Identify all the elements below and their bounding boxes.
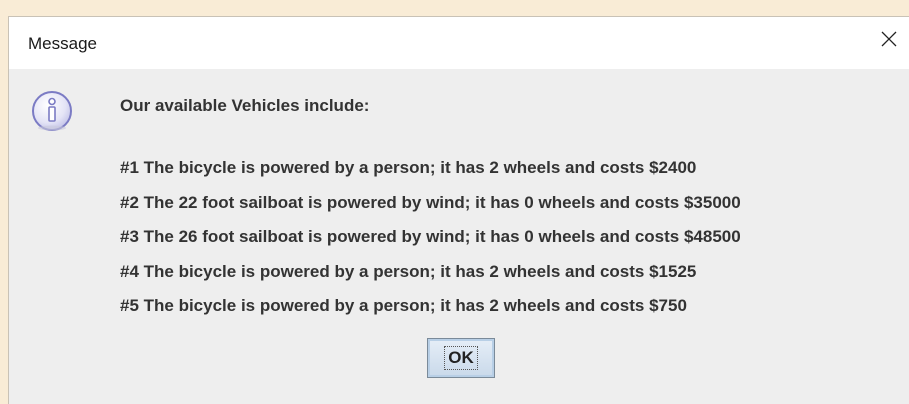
list-item: #2 The 22 foot sailboat is powered by wi… bbox=[120, 192, 741, 212]
dialog-title: Message bbox=[28, 34, 97, 53]
close-button[interactable] bbox=[873, 23, 905, 55]
message-heading: Our available Vehicles include: bbox=[120, 96, 370, 115]
ok-button[interactable]: OK bbox=[427, 338, 495, 378]
message-dialog: Message Our available Vehicles include: bbox=[9, 17, 909, 404]
vehicle-list: #1 The bicycle is powered by a person; i… bbox=[120, 151, 741, 324]
list-item: #1 The bicycle is powered by a person; i… bbox=[120, 158, 697, 177]
title-bar[interactable]: Message bbox=[9, 17, 909, 69]
list-item: #4 The bicycle is powered by a person; i… bbox=[120, 261, 697, 281]
close-icon bbox=[881, 31, 897, 47]
ok-button-label: OK bbox=[444, 346, 478, 370]
dialog-content: Our available Vehicles include: #1 The b… bbox=[9, 69, 909, 404]
list-item: #3 The 26 foot sailboat is powered by wi… bbox=[120, 227, 741, 246]
info-icon bbox=[32, 91, 72, 131]
list-item: #5 The bicycle is powered by a person; i… bbox=[120, 296, 687, 315]
